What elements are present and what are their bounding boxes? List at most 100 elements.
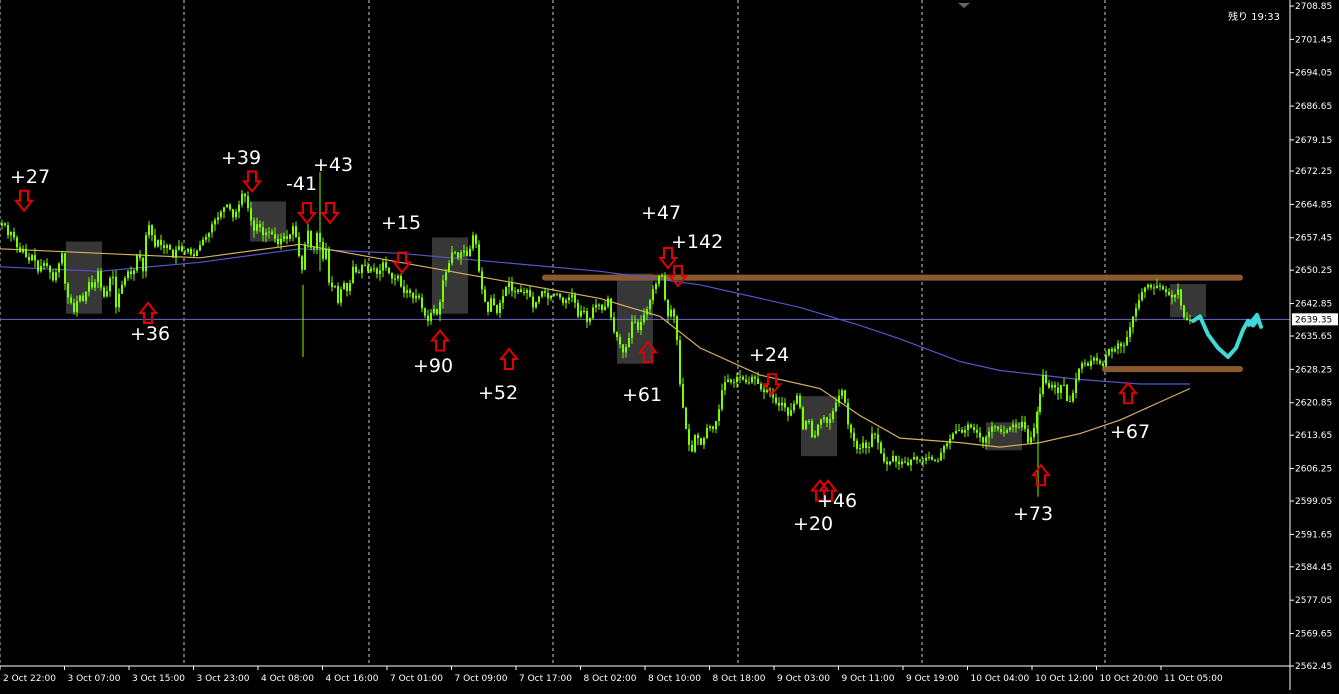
price-tick-label: 2620.85 xyxy=(1295,399,1332,409)
candle-body xyxy=(406,290,408,293)
candle-body xyxy=(199,245,201,251)
candle-body xyxy=(232,209,234,218)
candle-body xyxy=(163,245,165,248)
chart-canvas[interactable]: +27 +36 +39 -41+43 +15 +90 +52 +47 +142 +61 +24 +46… xyxy=(0,0,1339,690)
candle-body xyxy=(508,283,510,288)
candle-body xyxy=(931,457,933,460)
candle-body xyxy=(811,421,813,438)
candle-body xyxy=(466,250,468,256)
candle-body xyxy=(175,249,177,258)
candle-body xyxy=(472,235,474,249)
candle-body xyxy=(814,435,816,438)
candle-body xyxy=(274,234,276,239)
candle-body xyxy=(625,347,627,353)
candle-body xyxy=(310,230,312,248)
candle-body xyxy=(172,249,174,258)
remaining-time-label: 残り 19:33 xyxy=(1228,12,1280,23)
candle-body xyxy=(148,225,150,236)
candle-body xyxy=(1048,383,1050,388)
candle-body xyxy=(1024,421,1026,430)
candle-body xyxy=(412,292,414,299)
current-price-label: 2639.35 xyxy=(1295,315,1332,325)
candle-body xyxy=(592,307,594,319)
pips-label: +142 xyxy=(671,231,723,253)
candle-body xyxy=(259,224,261,228)
candle-body xyxy=(1021,421,1023,428)
time-tick-label: 3 Oct 07:00 xyxy=(68,674,121,684)
candle-body xyxy=(76,301,78,312)
candle-body xyxy=(109,278,111,292)
candle-body xyxy=(130,271,132,274)
candle-body xyxy=(433,309,435,313)
candle-body xyxy=(241,193,243,205)
time-tick-label: 8 Oct 18:00 xyxy=(713,674,766,684)
candle-body xyxy=(790,410,792,416)
candle-body xyxy=(1072,393,1074,402)
candle-body xyxy=(151,225,153,236)
candle-body xyxy=(667,299,669,317)
price-tick-label: 2562.45 xyxy=(1295,662,1332,672)
candle-body xyxy=(781,402,783,406)
candle-body xyxy=(1189,320,1191,321)
candle-body xyxy=(1018,427,1020,429)
candle-body xyxy=(361,265,363,274)
candle-body xyxy=(385,262,387,268)
candle-body xyxy=(949,439,951,444)
candle-body xyxy=(208,232,210,237)
candle-body xyxy=(550,295,552,299)
candle-body xyxy=(934,459,936,461)
candle-body xyxy=(958,430,960,431)
candle-body xyxy=(631,321,633,338)
candle-body xyxy=(1183,305,1185,318)
candle-body xyxy=(169,245,171,250)
candle-body xyxy=(652,289,654,301)
candle-body xyxy=(1084,363,1086,365)
candle-body xyxy=(1147,284,1149,288)
candle-body xyxy=(532,296,534,308)
pips-label: +52 xyxy=(478,382,518,404)
candle-body xyxy=(205,237,207,240)
candle-body xyxy=(787,407,789,416)
candle-body xyxy=(634,321,636,323)
candle-body xyxy=(1144,287,1146,292)
candle-body xyxy=(346,283,348,292)
candle-body xyxy=(505,287,507,297)
candle-body xyxy=(847,402,849,425)
pips-label: +67 xyxy=(1110,421,1150,443)
candle-body xyxy=(1111,348,1113,352)
candle-body xyxy=(61,253,63,264)
candle-body xyxy=(688,429,690,445)
candle-body xyxy=(1033,428,1035,438)
candlestick-chart[interactable]: +27 +36 +39 -41 +43 +15 +90 +52 +47 +142 +61 +24 +46… xyxy=(0,0,1339,690)
candle-body xyxy=(67,283,69,298)
price-tick-label: 2613.65 xyxy=(1295,431,1332,441)
candle-body xyxy=(979,432,981,438)
candle-body xyxy=(229,204,231,210)
candle-body xyxy=(373,268,375,270)
candle-body xyxy=(376,268,378,274)
candle-body xyxy=(892,456,894,462)
candle-body xyxy=(1132,316,1134,328)
candle-body xyxy=(343,283,345,290)
candle-body xyxy=(184,251,186,253)
candle-body xyxy=(298,237,300,257)
candle-body xyxy=(220,211,222,218)
candle-body xyxy=(982,437,984,443)
sell-arrow-icon xyxy=(296,201,318,225)
candle-body xyxy=(4,223,6,226)
candle-body xyxy=(478,244,480,272)
price-tick-label: 2679.15 xyxy=(1295,136,1332,146)
candle-body xyxy=(907,462,909,466)
candle-body xyxy=(58,263,60,273)
candle-body xyxy=(580,311,582,317)
candle-body xyxy=(322,242,324,259)
candle-body xyxy=(1093,357,1095,361)
candle-body xyxy=(673,309,675,317)
candle-body xyxy=(337,286,339,303)
candle-body xyxy=(214,219,216,225)
candle-body xyxy=(559,293,561,298)
candle-body xyxy=(670,309,672,317)
candle-body xyxy=(133,270,135,274)
candle-body xyxy=(964,430,966,433)
candle-body xyxy=(301,256,303,270)
